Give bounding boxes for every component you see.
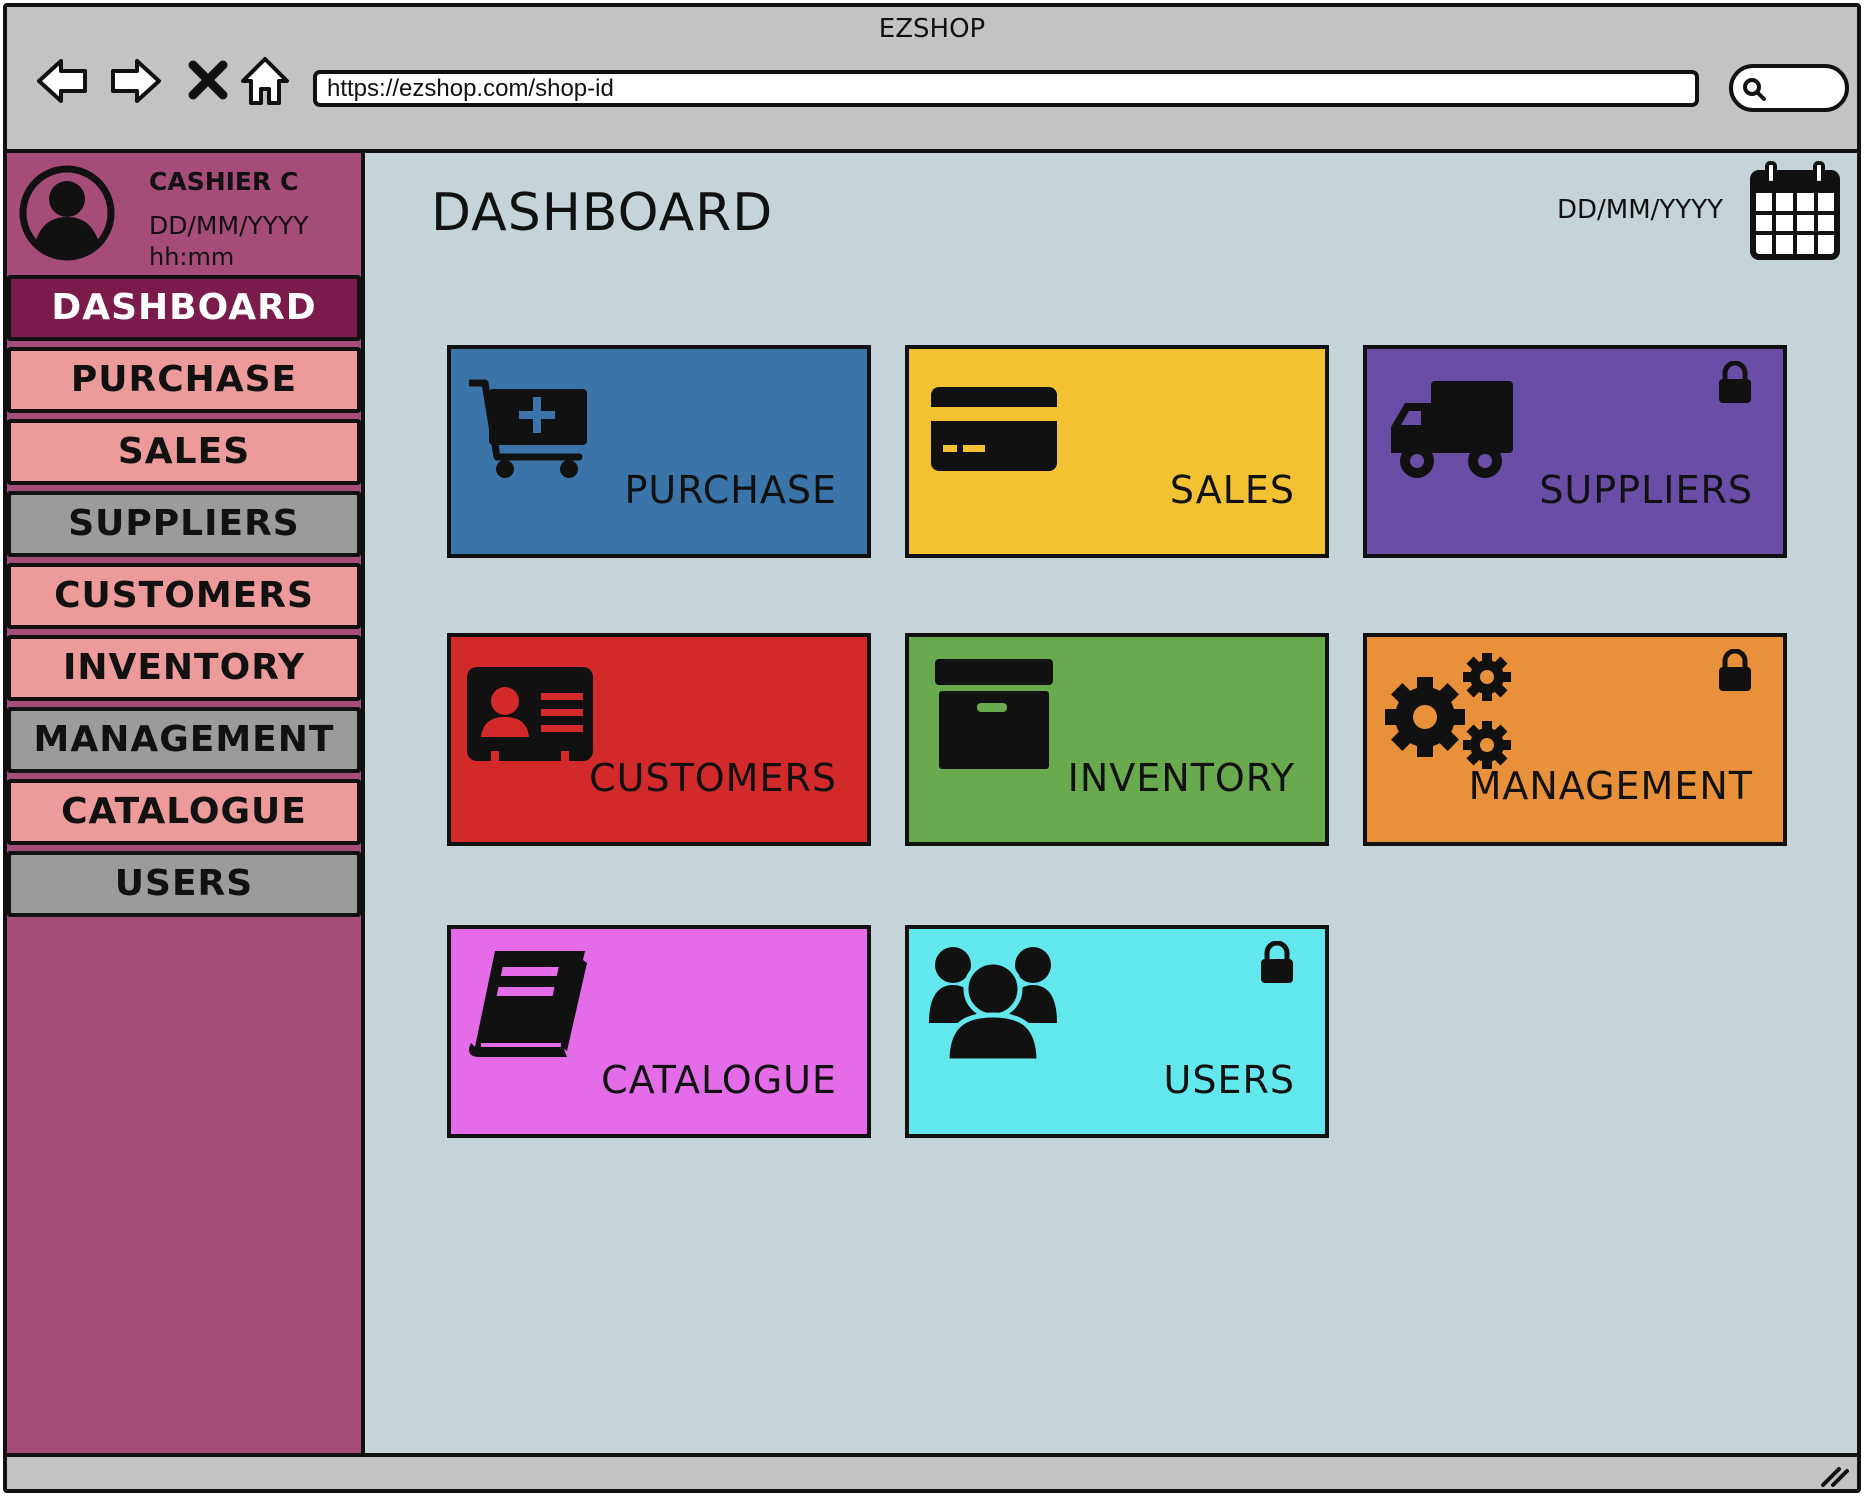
sidebar-item-management[interactable]: MANAGEMENT [7, 707, 361, 773]
main-content: DASHBOARD DD/MM/YYYY PURCHASE SALES SUPP… [365, 153, 1857, 1453]
sidebar-item-inventory[interactable]: INVENTORY [7, 635, 361, 701]
credit-card-icon [931, 387, 1057, 471]
sidebar-item-suppliers[interactable]: SUPPLIERS [7, 491, 361, 557]
forward-arrow-icon[interactable] [105, 51, 165, 111]
tile-inventory[interactable]: INVENTORY [905, 633, 1329, 846]
tile-sales[interactable]: SALES [905, 345, 1329, 558]
sidebar: CASHIER C DD/MM/YYYY hh:mm DASHBOARD PUR… [7, 153, 365, 1453]
user-avatar-icon [19, 165, 115, 261]
tile-label: USERS [1163, 1058, 1295, 1102]
gears-icon [1385, 653, 1511, 769]
lock-icon [1719, 361, 1751, 403]
user-name: CASHIER C [149, 167, 299, 196]
tile-label: PURCHASE [624, 468, 837, 512]
current-date: DD/MM/YYYY [1557, 195, 1723, 225]
tile-management[interactable]: MANAGEMENT [1363, 633, 1787, 846]
sidebar-item-customers[interactable]: CUSTOMERS [7, 563, 361, 629]
browser-window: EZSHOP https://ezshop.com/shop-id CASHIE… [3, 3, 1861, 1493]
address-bar[interactable]: https://ezshop.com/shop-id [313, 70, 1699, 107]
user-profile: CASHIER C DD/MM/YYYY hh:mm [7, 153, 361, 271]
resize-handle-icon[interactable] [1819, 1463, 1849, 1487]
tile-users[interactable]: USERS [905, 925, 1329, 1138]
tile-customers[interactable]: CUSTOMERS [447, 633, 871, 846]
cart-add-icon [469, 379, 587, 478]
truck-icon [1391, 381, 1513, 478]
window-title: EZSHOP [878, 14, 986, 44]
tile-catalogue[interactable]: CATALOGUE [447, 925, 871, 1138]
search-field[interactable] [1729, 64, 1849, 112]
user-date: DD/MM/YYYY [149, 211, 309, 240]
tile-label: INVENTORY [1067, 756, 1295, 800]
close-icon[interactable] [179, 51, 239, 111]
home-icon[interactable] [235, 51, 295, 111]
calendar-icon[interactable] [1749, 161, 1841, 261]
user-time: hh:mm [149, 243, 235, 271]
tile-label: MANAGEMENT [1468, 764, 1753, 808]
sidebar-item-purchase[interactable]: PURCHASE [7, 347, 361, 413]
tile-label: CATALOGUE [601, 1058, 837, 1102]
search-icon [1743, 78, 1766, 101]
sidebar-item-sales[interactable]: SALES [7, 419, 361, 485]
sidebar-item-catalogue[interactable]: CATALOGUE [7, 779, 361, 845]
users-group-icon [929, 947, 1057, 1064]
lock-icon [1261, 941, 1293, 983]
status-bar [7, 1453, 1857, 1489]
tile-label: CUSTOMERS [589, 756, 837, 800]
tile-purchase[interactable]: PURCHASE [447, 345, 871, 558]
page-title: DASHBOARD [431, 183, 774, 243]
book-icon [469, 951, 587, 1057]
lock-icon [1719, 649, 1751, 691]
archive-box-icon [935, 659, 1053, 769]
tile-label: SUPPLIERS [1539, 468, 1753, 512]
tile-suppliers[interactable]: SUPPLIERS [1363, 345, 1787, 558]
sidebar-item-users[interactable]: USERS [7, 851, 361, 917]
id-card-icon [467, 667, 593, 763]
back-arrow-icon[interactable] [33, 51, 93, 111]
sidebar-item-dashboard[interactable]: DASHBOARD [7, 275, 361, 341]
tile-label: SALES [1169, 468, 1295, 512]
